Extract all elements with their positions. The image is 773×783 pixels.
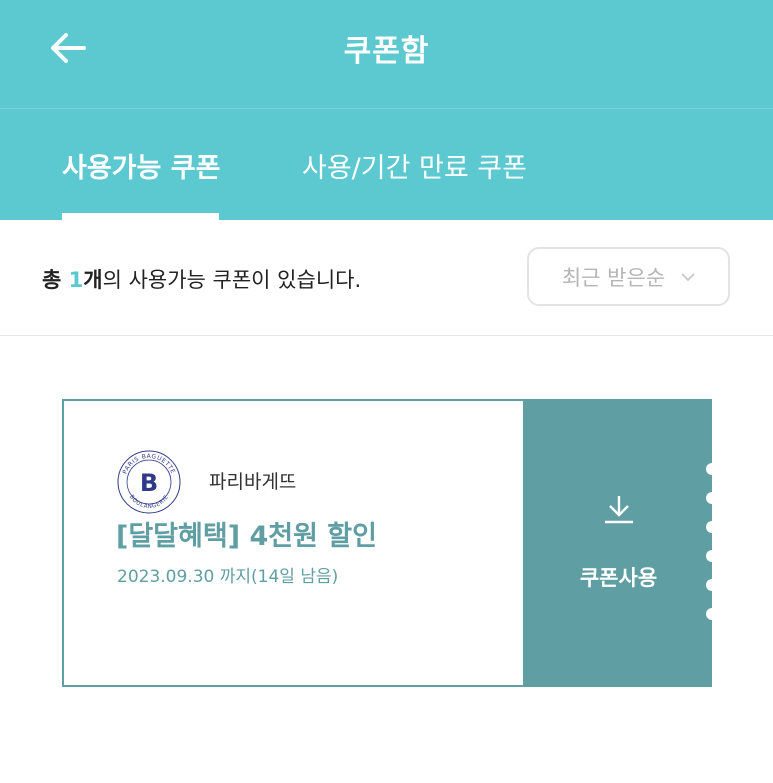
summary-bar: 총 1개의 사용가능 쿠폰이 있습니다. 최근 받은순	[0, 220, 773, 336]
coupon-card: PARIS BAGUETTE BOULANGERIE B 파리바게뜨 [달달혜택…	[62, 399, 718, 687]
chevron-down-icon	[681, 272, 695, 281]
tab-expired-coupons[interactable]: 사용/기간 만료 쿠폰	[302, 109, 527, 221]
download-icon	[605, 496, 633, 524]
ticket-notch	[706, 550, 718, 562]
page-title: 쿠폰함	[343, 34, 430, 69]
coupon-info: PARIS BAGUETTE BOULANGERIE B 파리바게뜨 [달달혜택…	[62, 399, 525, 687]
sort-dropdown[interactable]: 최근 받은순	[527, 247, 730, 306]
tab-label: 사용가능 쿠폰	[62, 152, 221, 184]
ticket-notch	[706, 608, 718, 620]
app-header: 쿠폰함	[0, 0, 773, 108]
brand-name: 파리바게뜨	[209, 471, 297, 493]
summary-suffix: 의 사용가능 쿠폰이 있습니다.	[102, 268, 362, 292]
sort-selected-value: 최근 받은순	[561, 265, 666, 290]
tab-label: 사용/기간 만료 쿠폰	[302, 152, 527, 184]
summary-unit: 개	[83, 268, 103, 292]
coupon-title: [달달혜택] 4천원 할인	[116, 521, 377, 552]
use-coupon-label: 쿠폰사용	[579, 566, 658, 590]
ticket-notch	[706, 579, 718, 591]
svg-text:B: B	[140, 469, 158, 497]
paris-baguette-logo: PARIS BAGUETTE BOULANGERIE B	[117, 450, 181, 514]
tab-available-coupons[interactable]: 사용가능 쿠폰	[62, 109, 220, 221]
coupon-expiry: 2023.09.30 까지(14일 남음)	[117, 567, 339, 587]
ticket-notch	[706, 521, 718, 533]
coupon-tabs: 사용가능 쿠폰 사용/기간 만료 쿠폰	[0, 108, 773, 221]
ticket-notch	[706, 463, 718, 475]
ticket-notch	[706, 492, 718, 504]
use-coupon-button[interactable]: 쿠폰사용	[525, 399, 718, 687]
coupon-count-text: 총 1개의 사용가능 쿠폰이 있습니다.	[42, 264, 361, 294]
coupon-count: 1	[68, 268, 84, 292]
summary-prefix: 총	[42, 268, 69, 292]
